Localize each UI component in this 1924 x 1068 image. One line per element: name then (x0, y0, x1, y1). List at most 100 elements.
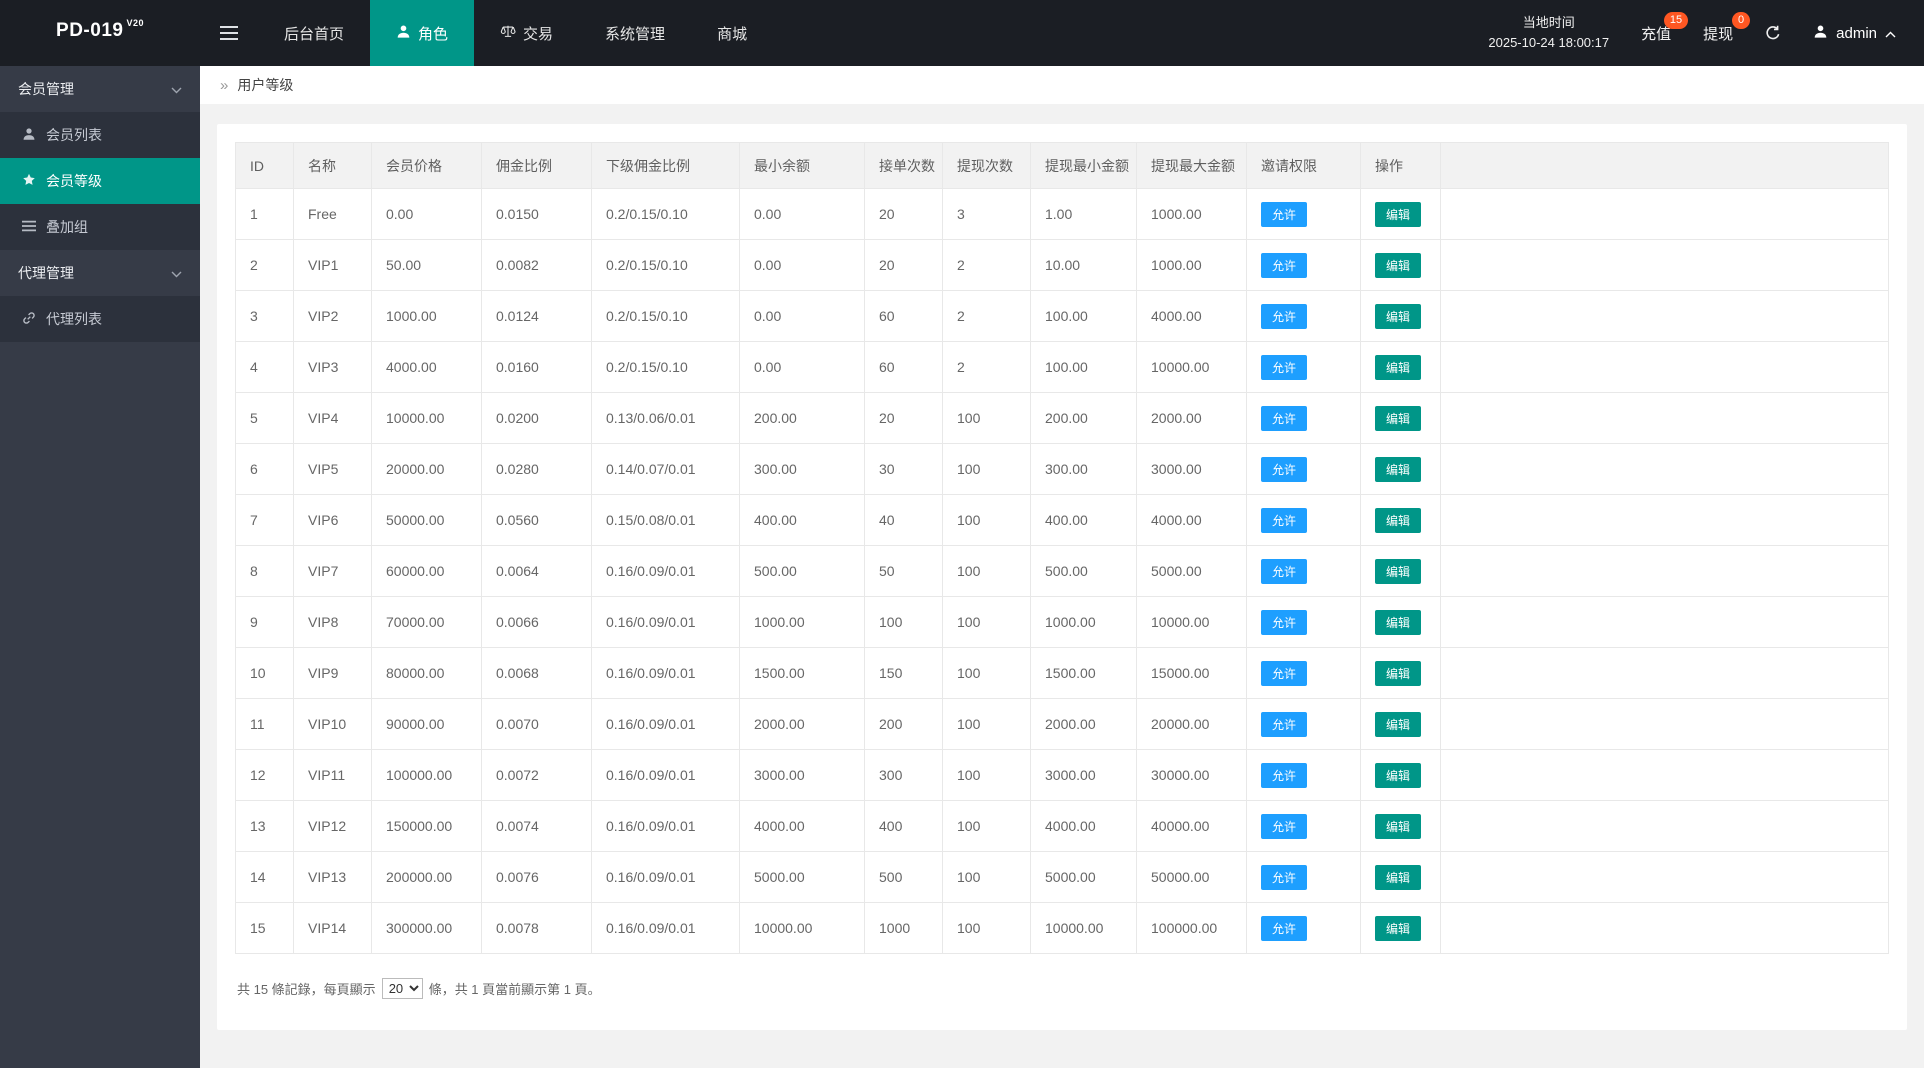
allow-button[interactable]: 允许 (1261, 303, 1308, 329)
cell-actions: 编辑 (1360, 341, 1441, 393)
edit-button[interactable]: 编辑 (1375, 864, 1422, 890)
table-row: 10 VIP9 80000.00 0.0068 0.16/0.09/0.01 1… (235, 647, 1889, 699)
edit-button[interactable]: 编辑 (1375, 762, 1422, 788)
sidebar-section-member-management[interactable]: 会员管理 (0, 66, 200, 112)
cell-actions: 编辑 (1360, 596, 1441, 648)
allow-button[interactable]: 允许 (1261, 456, 1308, 482)
cell-withdraw-max: 1000.00 (1136, 188, 1247, 240)
cell-withdraw-min: 10000.00 (1030, 902, 1137, 954)
pagination: 共 15 條記錄，每頁顯示 20 條，共 1 頁當前顯示第 1 頁。 (235, 978, 1889, 999)
sidebar-item-agent-list[interactable]: 代理列表 (0, 296, 200, 342)
edit-button[interactable]: 编辑 (1375, 915, 1422, 941)
cell-commission: 0.0280 (481, 443, 592, 495)
allow-button[interactable]: 允许 (1261, 558, 1308, 584)
cell-filler (1440, 545, 1889, 597)
cell-name: VIP11 (293, 749, 372, 801)
allow-button[interactable]: 允许 (1261, 354, 1308, 380)
edit-button[interactable]: 编辑 (1375, 303, 1422, 329)
edit-button[interactable]: 编辑 (1375, 252, 1422, 278)
recharge-button[interactable]: 充值 15 (1641, 11, 1689, 44)
withdraw-button[interactable]: 提现 0 (1703, 11, 1751, 44)
cell-name: VIP12 (293, 800, 372, 852)
cell-invite-permission: 允许 (1246, 494, 1361, 546)
admin-menu[interactable]: admin (1813, 24, 1896, 43)
cell-id: 2 (235, 239, 294, 291)
edit-button[interactable]: 编辑 (1375, 813, 1422, 839)
cell-id: 12 (235, 749, 294, 801)
cell-price: 60000.00 (371, 545, 482, 597)
link-icon (22, 311, 36, 328)
cell-min-balance: 0.00 (739, 341, 865, 393)
nav-item-system[interactable]: 系统管理 (579, 0, 691, 66)
edit-button[interactable]: 编辑 (1375, 507, 1422, 533)
allow-button[interactable]: 允许 (1261, 864, 1308, 890)
nav-item-trade[interactable]: 交易 (474, 0, 579, 66)
cell-min-balance: 200.00 (739, 392, 865, 444)
cell-name: VIP3 (293, 341, 372, 393)
table-row: 4 VIP3 4000.00 0.0160 0.2/0.15/0.10 0.00… (235, 341, 1889, 393)
table-row: 11 VIP10 90000.00 0.0070 0.16/0.09/0.01 … (235, 698, 1889, 750)
main-content: » 用户等级 ID 名称 会员价格 佣金比例 下级佣金比例 最小余额 接单次数 … (200, 66, 1924, 1068)
edit-button[interactable]: 编辑 (1375, 201, 1422, 227)
allow-button[interactable]: 允许 (1261, 915, 1308, 941)
cell-commission: 0.0064 (481, 545, 592, 597)
allow-button[interactable]: 允许 (1261, 711, 1308, 737)
allow-button[interactable]: 允许 (1261, 660, 1308, 686)
edit-button[interactable]: 编辑 (1375, 609, 1422, 635)
withdraw-label: 提现 (1703, 25, 1734, 43)
cell-invite-permission: 允许 (1246, 545, 1361, 597)
nav-item-role[interactable]: 角色 (370, 0, 475, 66)
cell-id: 7 (235, 494, 294, 546)
cell-invite-permission: 允许 (1246, 290, 1361, 342)
cell-price: 10000.00 (371, 392, 482, 444)
nav-item-home[interactable]: 后台首页 (258, 0, 370, 66)
col-invite-permission: 邀请权限 (1246, 142, 1361, 189)
cell-withdraw-max: 4000.00 (1136, 290, 1247, 342)
sidebar-item-stack-group[interactable]: 叠加组 (0, 204, 200, 250)
refresh-icon[interactable] (1765, 25, 1781, 41)
sidebar-item-member-level[interactable]: 会员等级 (0, 158, 200, 204)
cell-id: 1 (235, 188, 294, 240)
cell-invite-permission: 允许 (1246, 698, 1361, 750)
cell-invite-permission: 允许 (1246, 188, 1361, 240)
col-actions: 操作 (1360, 142, 1441, 189)
cell-withdraw-max: 10000.00 (1136, 341, 1247, 393)
nav-item-mall[interactable]: 商城 (691, 0, 773, 66)
edit-button[interactable]: 编辑 (1375, 660, 1422, 686)
breadcrumb-current: 用户等级 (237, 77, 294, 93)
cell-withdraw-min: 1000.00 (1030, 596, 1137, 648)
allow-button[interactable]: 允许 (1261, 201, 1308, 227)
cell-actions: 编辑 (1360, 494, 1441, 546)
cell-actions: 编辑 (1360, 290, 1441, 342)
edit-button[interactable]: 编辑 (1375, 711, 1422, 737)
allow-button[interactable]: 允许 (1261, 252, 1308, 278)
cell-order-count: 100 (864, 596, 943, 648)
cell-withdraw-count: 100 (942, 596, 1031, 648)
edit-button[interactable]: 编辑 (1375, 354, 1422, 380)
cell-invite-permission: 允许 (1246, 341, 1361, 393)
allow-button[interactable]: 允许 (1261, 813, 1308, 839)
page-size-select[interactable]: 20 (381, 978, 423, 999)
allow-button[interactable]: 允许 (1261, 405, 1308, 431)
edit-button[interactable]: 编辑 (1375, 558, 1422, 584)
allow-button[interactable]: 允许 (1261, 762, 1308, 788)
cell-min-balance: 0.00 (739, 239, 865, 291)
edit-button[interactable]: 编辑 (1375, 456, 1422, 482)
sidebar-item-member-list[interactable]: 会员列表 (0, 112, 200, 158)
allow-button[interactable]: 允许 (1261, 507, 1308, 533)
cell-min-balance: 10000.00 (739, 902, 865, 954)
hamburger-icon[interactable] (200, 0, 258, 66)
sidebar-section-agent-management[interactable]: 代理管理 (0, 250, 200, 296)
cell-withdraw-max: 40000.00 (1136, 800, 1247, 852)
sidebar-section-label: 会员管理 (18, 81, 74, 97)
top-nav: 后台首页 角色 交易 系统管理 商城 (258, 0, 773, 66)
cell-filler (1440, 647, 1889, 699)
edit-button[interactable]: 编辑 (1375, 405, 1422, 431)
cell-withdraw-max: 5000.00 (1136, 545, 1247, 597)
cell-sub-commission: 0.16/0.09/0.01 (591, 545, 740, 597)
cell-min-balance: 3000.00 (739, 749, 865, 801)
col-withdraw-count: 提现次数 (942, 142, 1031, 189)
cell-id: 4 (235, 341, 294, 393)
table-header-row: ID 名称 会员价格 佣金比例 下级佣金比例 最小余额 接单次数 提现次数 提现… (235, 142, 1889, 189)
allow-button[interactable]: 允许 (1261, 609, 1308, 635)
